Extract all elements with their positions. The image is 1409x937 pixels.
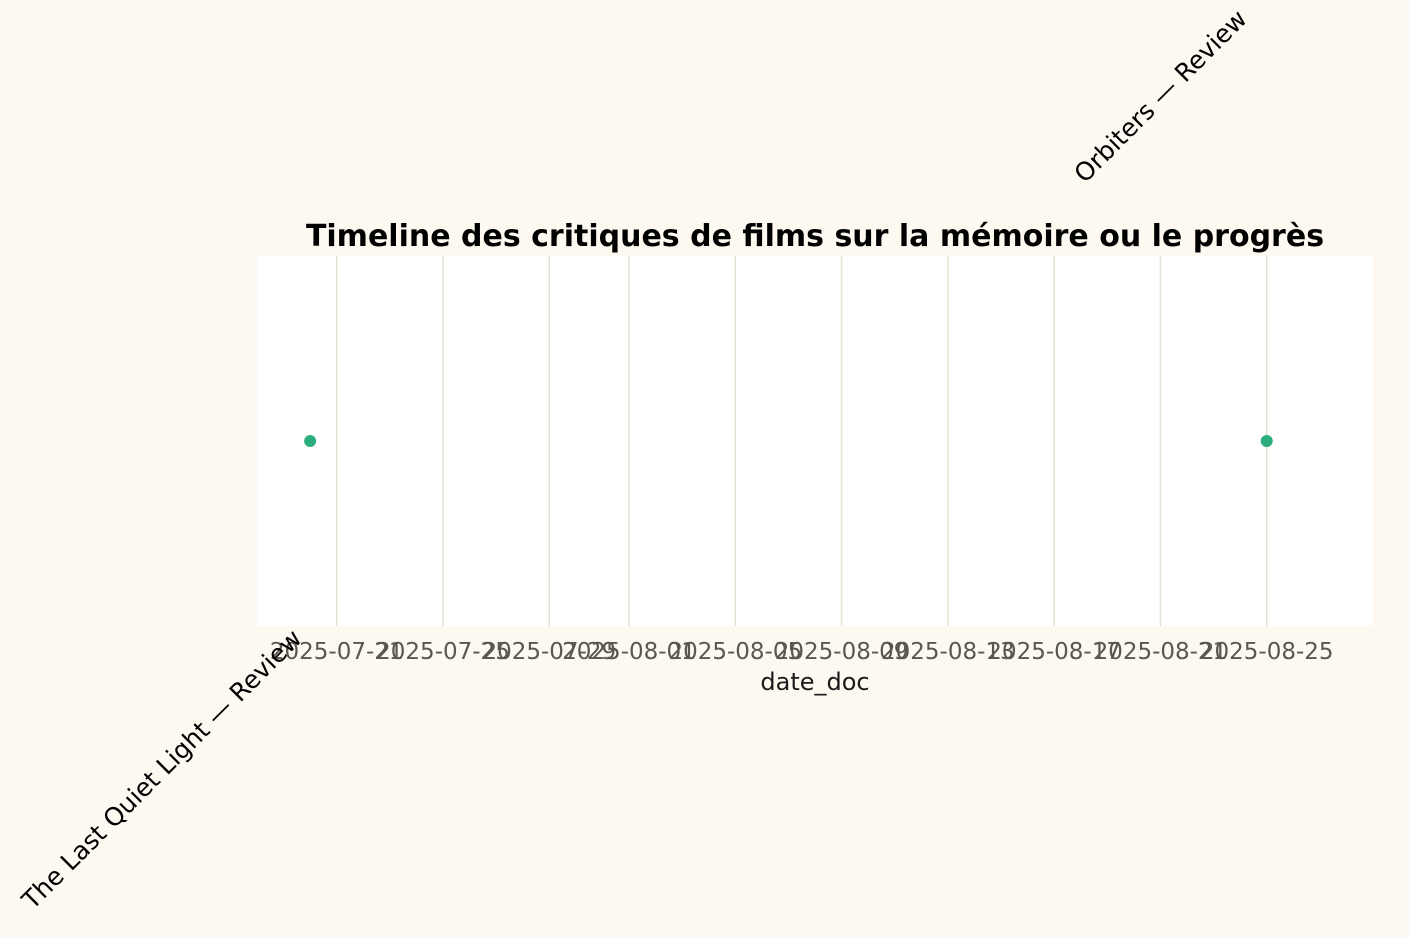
timeline-chart: 2025-07-212025-07-252025-07-292025-08-01… (16, 4, 1373, 916)
chart-root: 2025-07-21 2025-07-25 2025-07-29 2025-08-01… (0, 0, 1409, 937)
x-tick-label: 2025-08-25 (1200, 639, 1334, 665)
data-point (1260, 435, 1273, 447)
point-label: The Last Quiet Light — Review (16, 624, 308, 916)
data-point (304, 435, 317, 447)
plot-area (257, 256, 1373, 626)
x-axis-label: date_doc (760, 668, 869, 696)
chart-title: Timeline des critiques de films sur la m… (306, 219, 1324, 254)
x-tick-labels: 2025-07-212025-07-252025-07-292025-08-01… (270, 639, 1334, 665)
point-label: Orbiters — Review (1068, 4, 1252, 188)
